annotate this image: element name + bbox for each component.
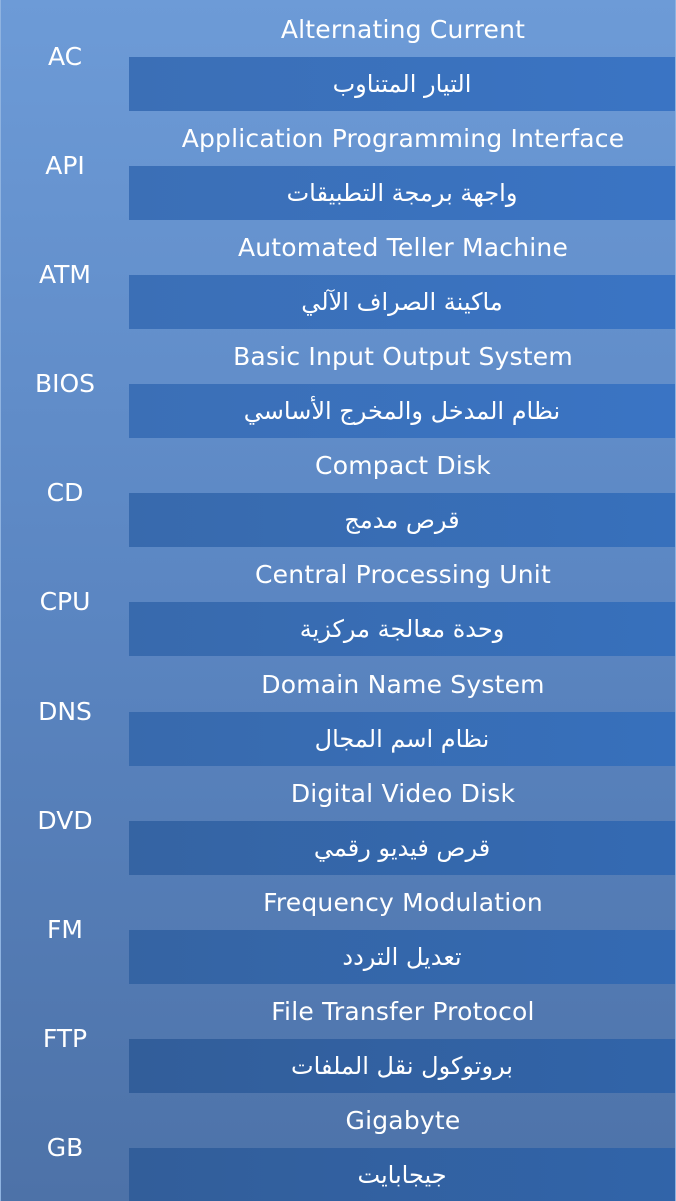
- arabic-term: تعديل التردد: [129, 930, 675, 984]
- abbreviation: FM: [47, 915, 83, 945]
- glossary-row-bios: BIOS Basic Input Output System نظام المد…: [1, 329, 676, 438]
- english-term: Gigabyte: [345, 1106, 461, 1135]
- abbreviation: DVD: [37, 806, 93, 836]
- english-term: Domain Name System: [261, 670, 545, 699]
- arabic-term: جيجابايت: [129, 1148, 675, 1201]
- arabic-term: التيار المتناوب: [129, 57, 675, 111]
- english-term: Frequency Modulation: [263, 888, 543, 917]
- glossary-row-ac: AC Alternating Current التيار المتناوب: [1, 2, 676, 111]
- arabic-term: نظام المدخل والمخرج الأساسي: [129, 384, 675, 438]
- glossary-row-atm: ATM Automated Teller Machine ماكينة الصر…: [1, 220, 676, 329]
- abbreviation: AC: [47, 42, 83, 72]
- english-term: File Transfer Protocol: [271, 997, 535, 1026]
- arabic-term: واجهة برمجة التطبيقات: [129, 166, 675, 220]
- glossary-row-fm: FM Frequency Modulation تعديل التردد: [1, 875, 676, 984]
- glossary-row-dvd: DVD Digital Video Disk قرص فيديو رقمي: [1, 766, 676, 875]
- arabic-term: قرص فيديو رقمي: [129, 821, 675, 875]
- abbreviation: GB: [46, 1133, 84, 1163]
- english-term: Digital Video Disk: [290, 779, 516, 808]
- english-term: Automated Teller Machine: [237, 233, 569, 262]
- english-term: Compact Disk: [315, 451, 491, 480]
- glossary-row-api: API Application Programming Interface وا…: [1, 111, 676, 220]
- glossary-table: AC Alternating Current التيار المتناوب A…: [0, 0, 676, 1201]
- arabic-term: ماكينة الصراف الآلي: [129, 275, 675, 329]
- glossary-row-dns: DNS Domain Name System نظام اسم المجال: [1, 657, 676, 766]
- english-term: Application Programming Interface: [181, 124, 625, 153]
- glossary-row-cpu: CPU Central Processing Unit وحدة معالجة …: [1, 547, 676, 656]
- arabic-term: قرص مدمج: [129, 493, 675, 547]
- abbreviation: API: [45, 151, 85, 181]
- english-term: Alternating Current: [280, 15, 526, 44]
- arabic-term: نظام اسم المجال: [129, 712, 675, 766]
- glossary-row-ftp: FTP File Transfer Protocol بروتوكول نقل …: [1, 984, 676, 1093]
- glossary-row-cd: CD Compact Disk قرص مدمج: [1, 438, 676, 547]
- abbreviation: BIOS: [34, 369, 96, 399]
- glossary-row-gb: GB Gigabyte جيجابايت: [1, 1093, 676, 1201]
- english-term: Central Processing Unit: [255, 560, 551, 589]
- arabic-term: بروتوكول نقل الملفات: [129, 1039, 675, 1093]
- abbreviation: DNS: [38, 697, 92, 727]
- abbreviation: FTP: [42, 1024, 88, 1054]
- abbreviation: CD: [46, 478, 84, 508]
- abbreviation: CPU: [39, 587, 91, 617]
- english-term: Basic Input Output System: [233, 342, 573, 371]
- arabic-term: وحدة معالجة مركزية: [129, 602, 675, 656]
- abbreviation: ATM: [38, 260, 91, 290]
